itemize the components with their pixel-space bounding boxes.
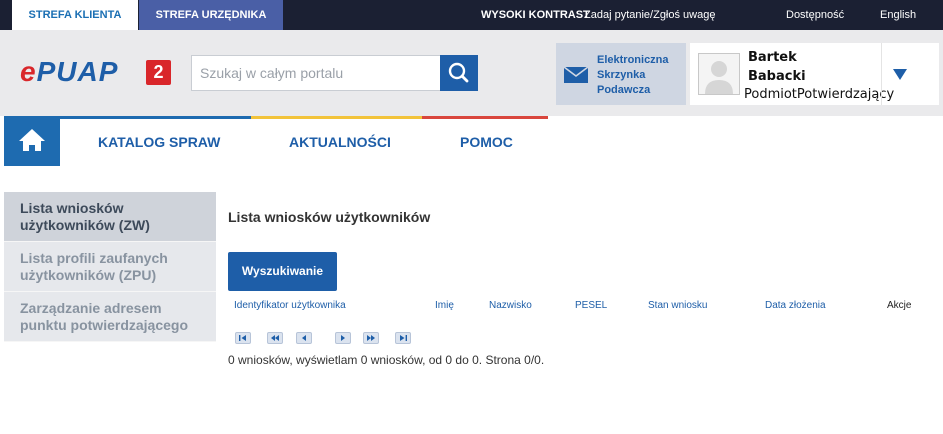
last-page-button[interactable] [395, 332, 411, 344]
search-button[interactable] [440, 55, 478, 91]
header: ePUAP 2 Elektroniczna Skrzynka Podawcza … [0, 30, 943, 116]
mailbox-link[interactable]: Elektroniczna Skrzynka Podawcza [556, 43, 686, 105]
home-button[interactable] [4, 116, 60, 166]
column-first-name[interactable]: Imię [435, 300, 454, 311]
search-filter-button[interactable]: Wyszukiwanie [228, 252, 337, 291]
mailbox-label: Elektroniczna Skrzynka Podawcza [597, 53, 683, 98]
chevron-left-icon [302, 335, 306, 341]
user-first-name: Bartek [748, 50, 797, 65]
column-actions: Akcje [887, 300, 912, 311]
logo-badge: 2 [146, 60, 171, 85]
search-box [191, 55, 441, 91]
column-status[interactable]: Stan wniosku [648, 300, 707, 311]
top-bar: STREFA KLIENTA STREFA URZĘDNIKA WYSOKI K… [0, 0, 943, 30]
logo-word: PUAP [36, 56, 119, 87]
ask-question-link[interactable]: Zadaj pytanie/Zgłoś uwagę [584, 0, 715, 30]
envelope-icon [564, 67, 588, 83]
sidebar: Lista wniosków użytkowników (ZW) Lista p… [4, 192, 216, 342]
prev-block-button[interactable] [267, 332, 283, 344]
nav-item-news[interactable]: AKTUALNOŚCI [289, 119, 391, 166]
home-icon [19, 129, 45, 151]
sidebar-item-user-applications[interactable]: Lista wniosków użytkowników (ZW) [4, 192, 216, 242]
sidebar-item-trusted-profiles[interactable]: Lista profili zaufanych użytkowników (ZP… [4, 242, 216, 292]
column-last-name[interactable]: Nazwisko [489, 300, 532, 311]
column-user-id[interactable]: Identyfikator użytkownika [234, 300, 346, 311]
mailbox-line-3: Podawcza [597, 84, 651, 96]
nav-item-catalog[interactable]: KATALOG SPRAW [98, 119, 220, 166]
column-submit-date[interactable]: Data złożenia [765, 300, 826, 311]
main-nav: KATALOG SPRAW AKTUALNOŚCI POMOC [0, 119, 943, 166]
high-contrast-link[interactable]: WYSOKI KONTRAST [481, 0, 590, 30]
user-menu-toggle[interactable] [882, 43, 939, 105]
mailbox-line-1: Elektroniczna [597, 54, 669, 66]
prev-page-button[interactable] [296, 332, 312, 344]
tab-client-zone[interactable]: STREFA KLIENTA [12, 0, 138, 30]
chevron-down-icon [893, 69, 907, 80]
last-page-icon [400, 335, 407, 341]
user-role: PodmiotPotwierdzający [744, 87, 895, 102]
user-panel: Bartek Babacki PodmiotPotwierdzający [690, 43, 939, 105]
avatar [698, 53, 740, 95]
nav-item-help[interactable]: POMOC [460, 119, 513, 166]
tab-official-zone[interactable]: STREFA URZĘDNIKA [139, 0, 283, 30]
chevron-right-icon [341, 335, 345, 341]
sidebar-item-point-address[interactable]: Zarządzanie adresem punktu potwierdzając… [4, 292, 216, 342]
search-icon [448, 62, 469, 83]
first-page-button[interactable] [235, 332, 251, 344]
first-page-icon [239, 335, 246, 341]
double-chevron-right-icon [367, 335, 375, 341]
next-page-button[interactable] [335, 332, 351, 344]
logo-text: ePUAP [20, 56, 119, 87]
search-input[interactable] [192, 56, 440, 90]
page-title: Lista wniosków użytkowników [228, 209, 431, 225]
user-silhouette-icon [705, 61, 733, 94]
accessibility-link[interactable]: Dostępność [786, 0, 844, 30]
double-chevron-left-icon [271, 335, 279, 341]
next-block-button[interactable] [363, 332, 379, 344]
results-summary: 0 wniosków, wyświetlam 0 wniosków, od 0 … [228, 353, 545, 367]
mailbox-line-2: Skrzynka [597, 69, 646, 81]
epuap-logo[interactable]: ePUAP 2 [20, 57, 176, 87]
column-pesel[interactable]: PESEL [575, 300, 607, 311]
user-last-name: Babacki [748, 69, 806, 84]
language-link[interactable]: English [880, 0, 916, 30]
